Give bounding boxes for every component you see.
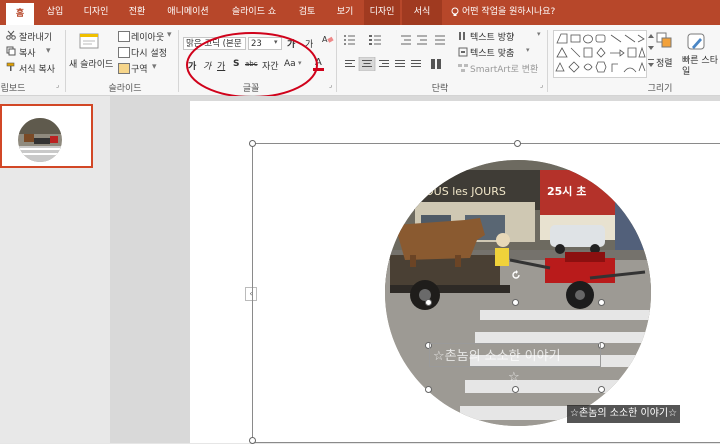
new-slide-button[interactable]: 새 슬라이드 [69, 57, 113, 70]
caption-star: ☆ [508, 370, 520, 385]
rotate-handle-icon[interactable] [511, 270, 521, 280]
shop-sign-2-text: 25시 초 [547, 185, 586, 198]
format-painter-icon [6, 62, 16, 72]
annotation-ellipse [186, 32, 318, 98]
resize-handle[interactable] [598, 299, 605, 306]
quick-styles-button[interactable]: 빠른 스타일 [682, 56, 720, 78]
tab-insert[interactable]: 삽입 [38, 0, 72, 25]
paragraph-launcher-icon[interactable]: ⌟ [540, 81, 543, 89]
text-direction-dropdown-icon[interactable]: ▾ [537, 30, 541, 38]
resize-handle[interactable] [425, 299, 432, 306]
arrange-icon[interactable] [656, 32, 674, 52]
tab-animations[interactable]: 애니메이션 [158, 0, 218, 25]
watermark: ☆촌놈의 소소한 이야기☆ [567, 405, 681, 423]
align-text-button[interactable]: 텍스트 맞춤 [470, 46, 514, 59]
clipboard-launcher-icon[interactable]: ⌟ [56, 81, 59, 89]
section-dropdown-icon[interactable]: ▾ [152, 62, 157, 72]
scissors-icon [6, 30, 16, 40]
group-separator [547, 30, 548, 92]
tab-transitions[interactable]: 전환 [120, 0, 154, 25]
resize-handle[interactable] [425, 386, 432, 393]
align-text-icon [458, 47, 468, 57]
smartart-button[interactable]: SmartArt로 변환 [470, 62, 538, 75]
resize-handle[interactable] [249, 140, 256, 147]
new-slide-icon[interactable] [78, 31, 100, 53]
arrange-button[interactable]: 정렬 [656, 56, 673, 69]
text-direction-button[interactable]: 텍스트 방향 [470, 30, 514, 43]
resize-handle[interactable] [512, 299, 519, 306]
section-button[interactable]: 구역 [131, 62, 148, 75]
tab-design[interactable]: 디자인 [76, 0, 116, 25]
svg-text:A: A [322, 35, 328, 44]
align-text-dropdown-icon[interactable]: ▾ [526, 46, 530, 54]
tab-review[interactable]: 검토 [290, 0, 324, 25]
list-buttons-row [343, 33, 453, 45]
quick-styles-icon[interactable] [686, 32, 708, 52]
copy-dropdown-icon[interactable]: ▾ [46, 46, 51, 56]
copy-button[interactable]: 복사 [19, 46, 36, 59]
resize-handle[interactable] [512, 386, 519, 393]
text-direction-icon [458, 31, 468, 41]
resize-handle[interactable] [598, 386, 605, 393]
group-separator [336, 30, 337, 92]
shop-sign-text: OUS les JOURS [425, 185, 506, 198]
shapes-gallery[interactable] [553, 30, 647, 78]
reset-button[interactable]: 다시 설정 [131, 46, 167, 59]
clear-formatting-icon[interactable]: A [322, 33, 334, 45]
tab-picture-design[interactable]: 디자인 [364, 0, 400, 25]
layout-icon [118, 31, 130, 42]
tab-view[interactable]: 보기 [328, 0, 362, 25]
resize-handle[interactable] [514, 140, 521, 147]
smartart-icon [458, 63, 468, 73]
copy-icon [6, 46, 16, 56]
group-separator [65, 30, 66, 92]
shapes-scroll[interactable] [646, 31, 656, 71]
slide-thumbnail-1[interactable] [0, 104, 93, 168]
cut-button[interactable]: 잘라내기 [19, 30, 52, 43]
drawing-group-label: 그리기 [647, 84, 673, 94]
tab-home[interactable]: 홈 [6, 3, 34, 25]
tab-slideshow[interactable]: 슬라이드 쇼 [222, 0, 286, 25]
section-icon [118, 63, 130, 74]
tab-picture-format[interactable]: 서식 [402, 0, 442, 25]
ribbon-tab-bar: 홈 삽입 디자인 전환 애니메이션 슬라이드 쇼 검토 보기 디자인 서식 어떤… [0, 0, 720, 25]
caption-text: ☆촌놈의 소소한 이야기 [433, 349, 561, 364]
watermark-text: ☆촌놈의 소소한 이야기☆ [570, 408, 678, 419]
clipboard-group-label: 립보드 [0, 84, 26, 94]
layout-button[interactable]: 레이아웃 [131, 30, 164, 43]
group-separator [178, 30, 179, 92]
font-launcher-icon[interactable]: ⌟ [329, 81, 332, 89]
format-painter-button[interactable]: 서식 복사 [19, 62, 55, 75]
paragraph-group-label: 단락 [431, 84, 449, 94]
tell-me-box[interactable]: 어떤 작업을 원하시나요? [462, 0, 572, 25]
slides-group-label: 슬라이드 [108, 84, 142, 94]
alignment-buttons-row [343, 56, 455, 72]
lightbulb-icon [450, 7, 460, 17]
reset-icon [118, 47, 130, 58]
layout-dropdown-icon[interactable]: ▾ [167, 30, 172, 40]
